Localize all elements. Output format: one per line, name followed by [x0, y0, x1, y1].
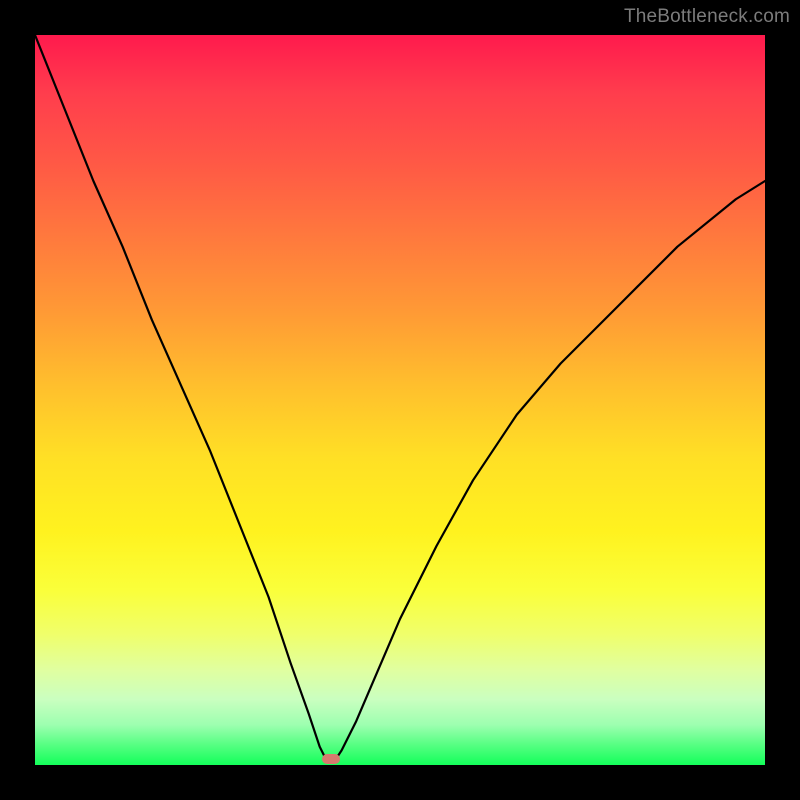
watermark-text: TheBottleneck.com — [624, 6, 790, 28]
bottleneck-curve — [35, 35, 765, 761]
curve-layer — [35, 35, 765, 765]
minimum-marker — [322, 754, 340, 764]
plot-area — [35, 35, 765, 765]
chart-frame: TheBottleneck.com — [0, 0, 800, 800]
